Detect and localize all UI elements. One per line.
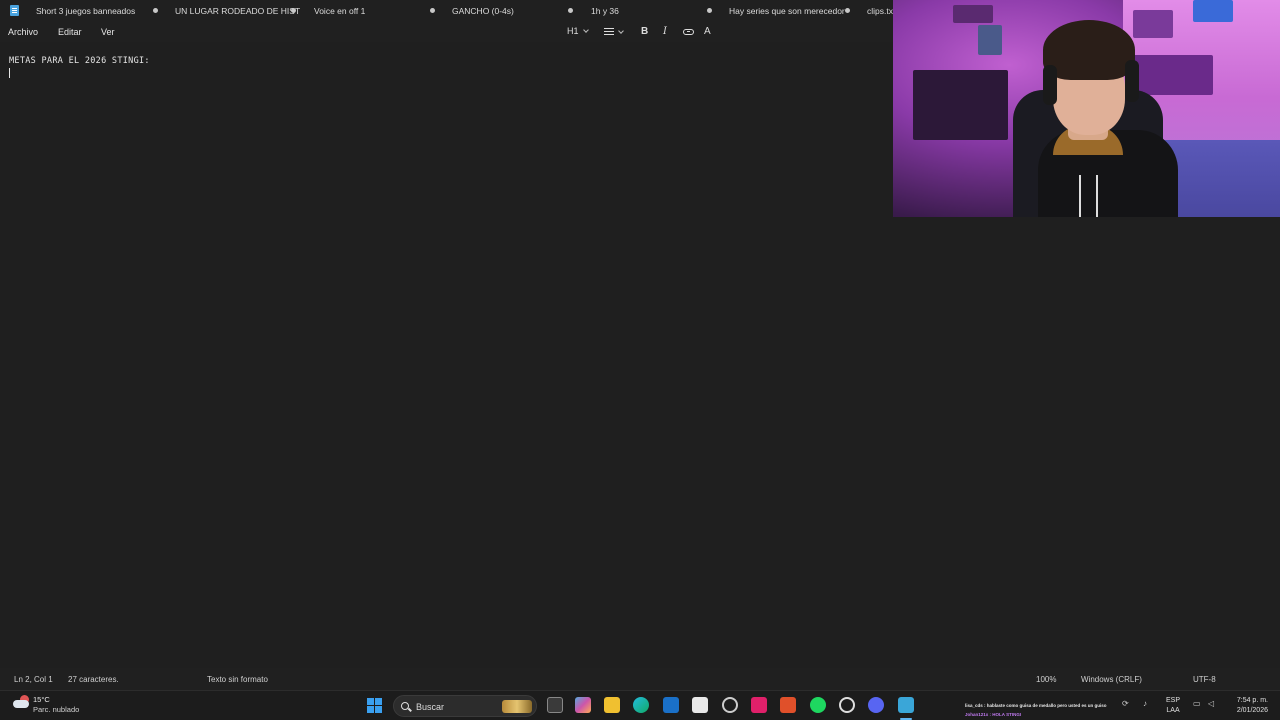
clock-time: 7:54 p. m. — [1236, 697, 1268, 704]
tab-label: Short 3 juegos banneados — [36, 6, 136, 16]
cursor-position: Ln 2, Col 1 — [14, 675, 53, 684]
headphone-icon — [1125, 60, 1139, 102]
tab-clips-txt[interactable]: clips.txt — [867, 0, 895, 22]
settings-gear-icon[interactable] — [839, 697, 855, 713]
menu-archivo[interactable]: Archivo — [8, 27, 38, 37]
link-button[interactable] — [683, 29, 694, 35]
system-clock[interactable]: 7:54 p. m. 2/01/2026 — [1222, 696, 1268, 716]
heading-dropdown[interactable]: H1 — [567, 26, 589, 36]
text-caret — [9, 68, 10, 78]
encoding[interactable]: UTF-8 — [1193, 675, 1216, 684]
bulleted-list-icon — [604, 28, 614, 36]
webcam-monitor — [1193, 0, 1233, 22]
search-highlight-image — [502, 700, 532, 713]
menu-editar[interactable]: Editar — [58, 27, 82, 37]
copilot-icon[interactable] — [575, 697, 591, 713]
weather-condition[interactable]: Parc. nublado — [33, 705, 79, 714]
tab-un-lugar[interactable]: UN LUGAR RODEADO DE HIST — [175, 0, 300, 22]
search-placeholder: Buscar — [416, 702, 445, 712]
tab-short-3-juegos[interactable]: Short 3 juegos banneados — [36, 0, 158, 22]
display-icon[interactable]: ▭ — [1193, 699, 1201, 708]
tab-label: clips.txt — [867, 6, 896, 16]
clear-formatting-icon: A — [704, 26, 711, 37]
unsaved-dot-icon — [430, 8, 435, 13]
text-format[interactable]: Texto sin formato — [207, 675, 268, 684]
italic-button[interactable]: I — [663, 26, 667, 37]
unsaved-dot-icon — [153, 8, 158, 13]
webcam-shelf — [913, 70, 1008, 140]
unsaved-dot-icon — [707, 8, 712, 13]
notepad-taskbar-icon[interactable] — [898, 697, 914, 713]
clock-date: 2/01/2026 — [1236, 707, 1268, 714]
tab-hay-series[interactable]: Hay series que son merecedor — [729, 0, 850, 22]
status-bar: Ln 2, Col 1 27 caracteres. Texto sin for… — [0, 668, 1280, 690]
clear-formatting-button[interactable]: A — [704, 26, 711, 37]
webcam-poster — [1133, 10, 1173, 38]
unsaved-dot-icon — [845, 8, 850, 13]
hoodie-string — [1096, 175, 1098, 217]
tab-voice-en-off[interactable]: Voice en off 1 — [314, 0, 435, 22]
brave-icon[interactable] — [780, 697, 796, 713]
language-code: ESP — [1166, 697, 1181, 704]
volume-icon[interactable]: ◁ — [1208, 699, 1214, 708]
microphone-icon[interactable]: ♪ — [1143, 699, 1147, 708]
chevron-down-icon — [582, 26, 589, 33]
bold-icon: B — [641, 26, 649, 37]
weather-icon[interactable] — [13, 695, 29, 709]
spotify-icon[interactable] — [810, 697, 826, 713]
webcam-poster — [978, 25, 1002, 55]
character-count: 27 caracteres. — [68, 675, 119, 684]
line-ending[interactable]: Windows (CRLF) — [1081, 675, 1142, 684]
list-dropdown[interactable] — [604, 27, 624, 36]
tab-label: 1h y 36 — [591, 6, 619, 16]
menu-bar: Archivo Editar Ver H1 B I A — [0, 22, 893, 42]
start-windows-icon[interactable] — [367, 698, 382, 713]
taskbar-search[interactable]: Buscar — [393, 695, 537, 717]
chevron-down-icon — [618, 27, 624, 34]
windows-taskbar: 15°C Parc. nublado Buscar lisa_cds : hab… — [0, 690, 1280, 720]
tab-label: Voice en off 1 — [314, 6, 366, 16]
language-indicator[interactable]: ESP LAA — [1166, 696, 1180, 716]
stream-chat-overlay: lisa_cds : hablaste como guisa de medall… — [965, 701, 1107, 719]
task-view-icon[interactable] — [547, 697, 563, 713]
search-icon — [401, 702, 409, 710]
text-editor[interactable]: METAS PARA EL 2026 STINGI: — [0, 42, 893, 668]
headphone-icon — [1043, 65, 1057, 105]
unsaved-dot-icon — [568, 8, 573, 13]
tab-label: GANCHO (0-4s) — [452, 6, 514, 16]
unsaved-dot-icon — [291, 8, 296, 13]
obs-icon[interactable] — [722, 697, 738, 713]
text-editor-right[interactable] — [893, 217, 1280, 668]
discord-icon[interactable] — [868, 697, 884, 713]
store-icon[interactable] — [692, 697, 708, 713]
edge-icon[interactable] — [633, 697, 649, 713]
webcam-poster — [1133, 55, 1213, 95]
weather-temperature[interactable]: 15°C — [33, 695, 50, 704]
tab-label: Hay series que son merecedor — [729, 6, 845, 16]
tab-label: UN LUGAR RODEADO DE HIST — [175, 6, 301, 16]
bold-button[interactable]: B — [641, 26, 648, 37]
network-sync-icon[interactable]: ⟳ — [1122, 699, 1129, 708]
keyboard-layout: LAA — [1166, 707, 1180, 714]
menu-ver[interactable]: Ver — [101, 27, 115, 37]
tiktok-icon[interactable] — [751, 697, 767, 713]
chat-message: Johan121x : HOLA STINGI — [965, 712, 1022, 717]
document-line-1: METAS PARA EL 2026 STINGI: — [9, 56, 150, 66]
tab-1h-y-36[interactable]: 1h y 36 — [591, 0, 712, 22]
italic-icon: I — [663, 26, 667, 37]
file-explorer-icon[interactable] — [604, 697, 620, 713]
chat-message: lisa_cds : hablaste como guisa de medall… — [965, 703, 1107, 708]
hoodie-string — [1079, 175, 1081, 217]
link-icon — [683, 29, 694, 35]
tab-gancho[interactable]: GANCHO (0-4s) — [452, 0, 573, 22]
webcam-overlay — [893, 0, 1280, 217]
webcam-poster — [953, 5, 993, 23]
outlook-icon[interactable] — [663, 697, 679, 713]
zoom-level[interactable]: 100% — [1036, 675, 1056, 684]
notepad-app-icon — [10, 5, 19, 16]
heading-label: H1 — [567, 26, 579, 36]
